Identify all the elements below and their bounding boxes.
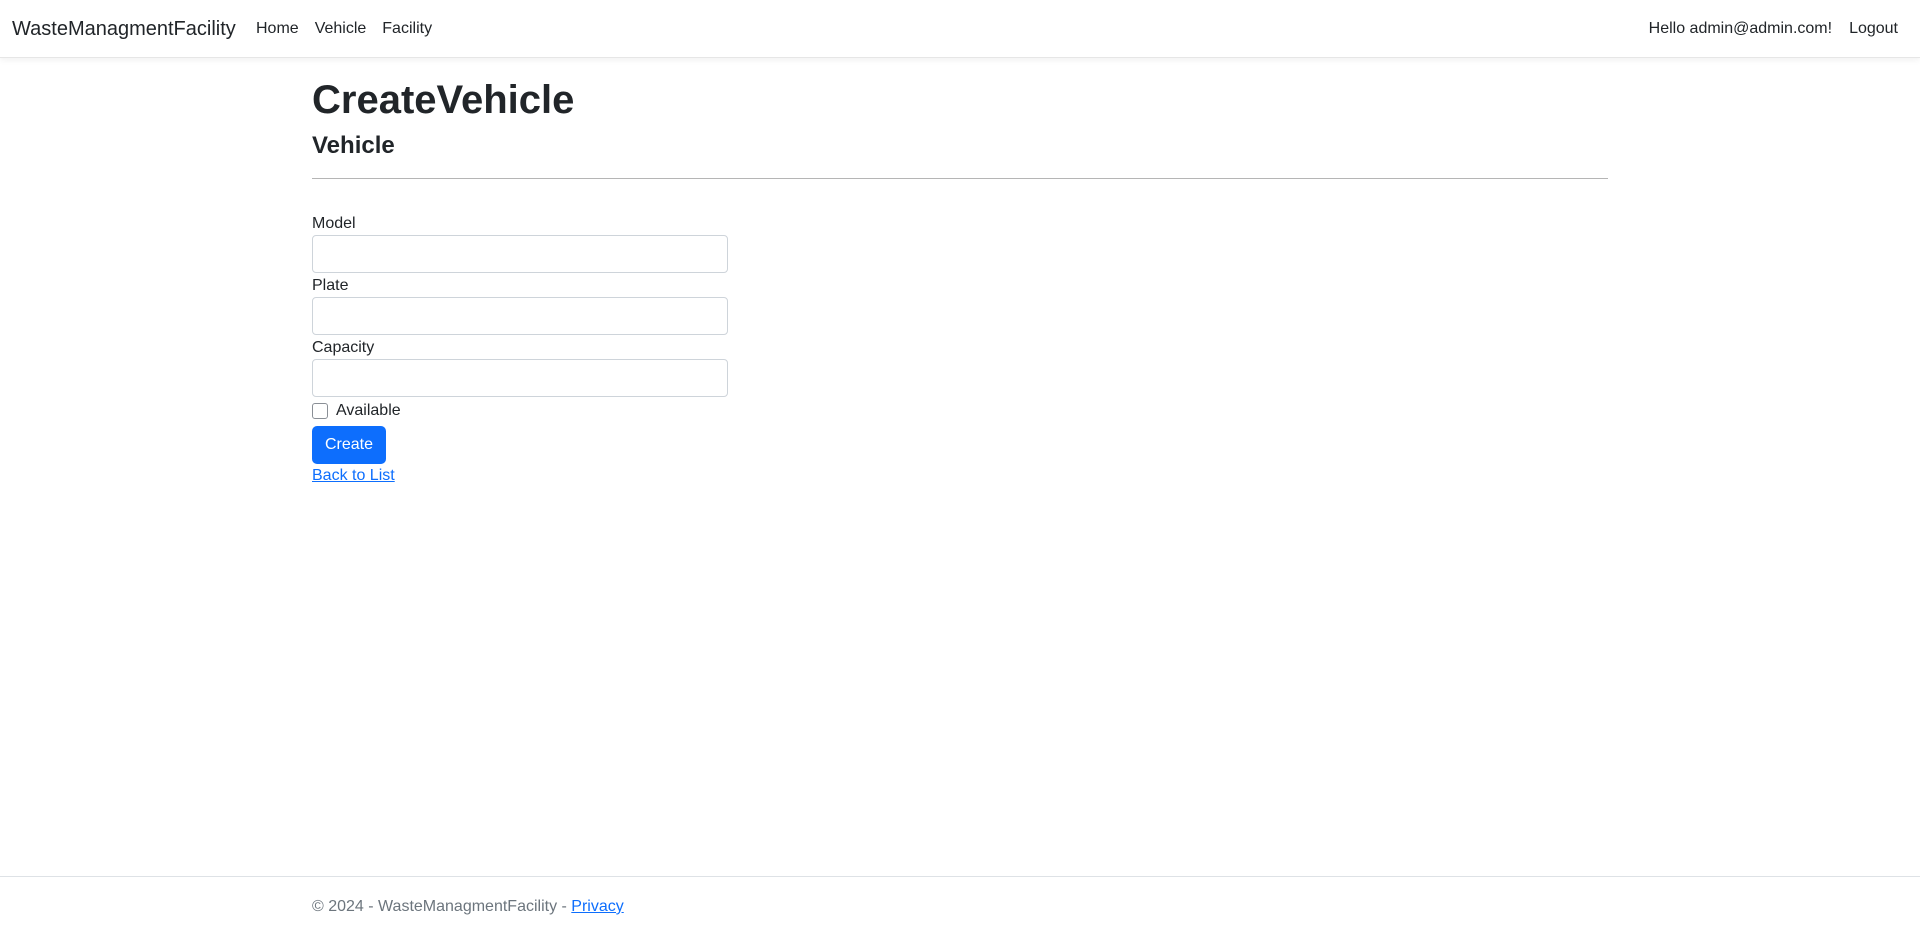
- footer-copyright: © 2024 - WasteManagmentFacility -: [312, 898, 572, 915]
- main-content: CreateVehicle Vehicle Model Plate Capaci…: [312, 74, 1608, 485]
- nav-links: Home Vehicle Facility: [256, 19, 440, 39]
- page-subtitle: Vehicle: [312, 132, 395, 159]
- footer-text: © 2024 - WasteManagmentFacility - Privac…: [312, 898, 624, 916]
- capacity-label: Capacity: [312, 339, 375, 356]
- available-row: Available: [312, 400, 728, 422]
- plate-label: Plate: [312, 277, 349, 294]
- nav-link-home[interactable]: Home: [256, 19, 307, 39]
- create-vehicle-form: Model Plate Capacity Available Create Ba…: [312, 214, 728, 485]
- brand-link[interactable]: WasteManagmentFacility: [12, 17, 236, 41]
- footer: © 2024 - WasteManagmentFacility - Privac…: [0, 876, 1920, 937]
- privacy-link[interactable]: Privacy: [571, 898, 623, 915]
- divider: [312, 178, 1608, 179]
- top-navbar: WasteManagmentFacility Home Vehicle Faci…: [0, 0, 1920, 58]
- user-menu: Hello admin@admin.com! Logout: [1649, 19, 1898, 39]
- nav-link-facility[interactable]: Facility: [374, 19, 440, 39]
- available-label: Available: [336, 402, 401, 419]
- logout-link[interactable]: Logout: [1832, 19, 1898, 39]
- plate-input[interactable]: [312, 297, 728, 335]
- page-title: CreateVehicle: [312, 78, 575, 122]
- capacity-input[interactable]: [312, 359, 728, 397]
- user-greeting-link[interactable]: Hello admin@admin.com!: [1649, 19, 1832, 39]
- model-label: Model: [312, 215, 356, 232]
- nav-link-vehicle[interactable]: Vehicle: [307, 19, 375, 39]
- back-to-list-link[interactable]: Back to List: [312, 467, 728, 485]
- create-button[interactable]: Create: [312, 426, 387, 464]
- available-checkbox[interactable]: [312, 403, 328, 419]
- model-input[interactable]: [312, 235, 728, 273]
